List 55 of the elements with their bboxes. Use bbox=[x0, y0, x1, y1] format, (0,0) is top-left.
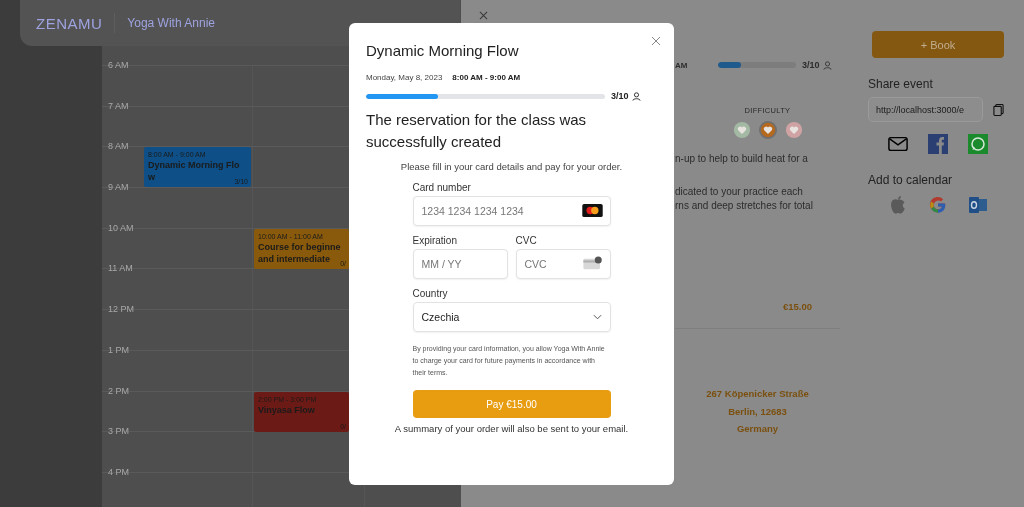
studio-name[interactable]: Yoga With Annie bbox=[127, 16, 215, 30]
person-icon bbox=[822, 60, 832, 70]
facebook-icon[interactable] bbox=[928, 134, 948, 154]
card-number-field[interactable]: 1234 1234 1234 1234 bbox=[412, 196, 611, 226]
time-text: AM bbox=[675, 60, 689, 70]
address-text: Germany bbox=[736, 422, 779, 436]
book-button[interactable]: + Book bbox=[872, 31, 1004, 58]
occupancy-count: 3/10 bbox=[611, 91, 629, 101]
hour-label: 8 AM bbox=[108, 141, 129, 153]
field-label: Country bbox=[412, 288, 449, 299]
cvc-field[interactable]: CVC bbox=[515, 249, 611, 279]
close-icon[interactable] bbox=[651, 36, 661, 46]
chevron-down-icon bbox=[592, 314, 602, 320]
logo[interactable]: ZENAMU bbox=[36, 14, 103, 32]
hour-label: 12 PM bbox=[108, 304, 134, 316]
copy-icon[interactable] bbox=[993, 102, 1004, 117]
description-text: n-up to help to build heat for a bbox=[675, 152, 809, 166]
dialog-title: Dynamic Morning Flow bbox=[366, 42, 520, 59]
expiration-field[interactable]: MM / YY bbox=[412, 249, 508, 279]
price-text: €15.00 bbox=[782, 301, 812, 312]
class-date: Monday, May 8, 2023 bbox=[366, 73, 443, 82]
close-icon[interactable] bbox=[479, 11, 488, 20]
share-title: Share event bbox=[868, 77, 934, 91]
summary-note: A summary of your order will also be sent to your email. bbox=[394, 423, 629, 434]
address-text: Berlin, 12683 bbox=[728, 404, 787, 419]
share-url-field[interactable]: http://localhost:3000/e bbox=[868, 97, 983, 122]
hour-label: 1 PM bbox=[108, 344, 129, 356]
whatsapp-icon[interactable] bbox=[968, 134, 988, 154]
description-text: rns and deep stretches for total bbox=[675, 199, 814, 213]
calendar-title: Add to calendar bbox=[868, 173, 954, 187]
address-text: 267 Köpenicker Straße bbox=[706, 387, 809, 401]
field-label: Expiration bbox=[412, 235, 458, 246]
country-select[interactable]: Czechia bbox=[412, 302, 611, 332]
card-back-icon bbox=[582, 256, 603, 270]
field-label: Card number bbox=[412, 182, 472, 193]
hour-label: 9 AM bbox=[108, 182, 129, 194]
person-icon bbox=[631, 91, 641, 101]
hour-label: 7 AM bbox=[108, 100, 129, 112]
success-message: The reservation for the class was successfully created bbox=[366, 110, 588, 152]
occupancy-count: 3/10 bbox=[802, 60, 820, 70]
hour-label: 10 AM bbox=[108, 222, 134, 234]
class-time: 8:00 AM - 9:00 AM bbox=[452, 73, 521, 82]
field-label: CVC bbox=[515, 235, 538, 246]
hour-label: 4 PM bbox=[108, 466, 129, 478]
google-icon[interactable] bbox=[928, 195, 948, 215]
instruction-text: Please fill in your card details and pay for your order. bbox=[400, 161, 623, 172]
email-icon[interactable] bbox=[888, 134, 908, 154]
hour-label: 6 AM bbox=[108, 60, 129, 71]
hour-label: 3 PM bbox=[108, 426, 129, 438]
outlook-icon[interactable] bbox=[968, 195, 988, 215]
apple-icon[interactable] bbox=[888, 195, 908, 215]
hour-label: 11 AM bbox=[108, 263, 133, 275]
hour-label: 2 PM bbox=[108, 385, 129, 397]
pay-button[interactable]: Pay €15.00 bbox=[412, 390, 611, 418]
description-text: dicated to your practice each bbox=[675, 185, 804, 199]
